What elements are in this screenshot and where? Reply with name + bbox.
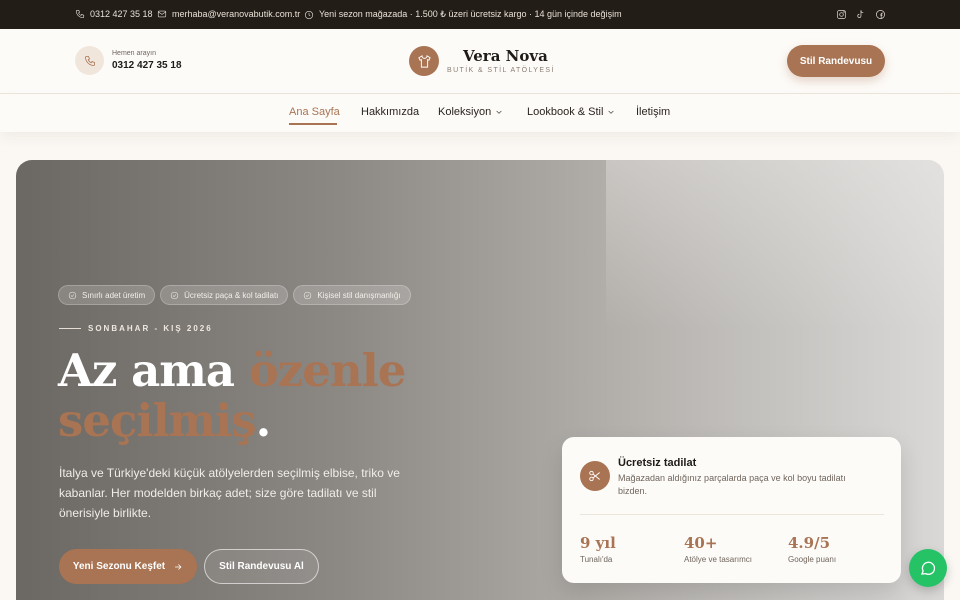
hero-chip-label: Ücretsiz paça & kol tadilatı [184, 290, 279, 300]
stat-label: Atölye ve tasarımcı [684, 555, 753, 564]
season-divider [59, 328, 81, 329]
style-appointment-button[interactable]: Stil Randevusu [787, 45, 885, 77]
scissors-icon [580, 461, 610, 491]
stat-value: 40+ [684, 534, 718, 552]
topbar-phone[interactable]: 0312 427 35 18 [75, 9, 153, 19]
topbar: 0312 427 35 18 merhaba@veranovabutik.com… [0, 0, 960, 29]
tiktok-icon[interactable] [854, 8, 866, 20]
active-underline [289, 123, 337, 125]
topbar-email-text: merhaba@veranovabutik.com.tr [172, 9, 301, 19]
whatsapp-chat-button[interactable] [909, 549, 947, 587]
hero-chip-label: Kişisel stil danışmanlığı [317, 290, 401, 300]
stat-designers: 40+ Atölye ve tasarımcı [684, 534, 752, 564]
phone-icon [75, 9, 85, 19]
explore-season-label: Yeni Sezonu Keşfet [72, 561, 166, 572]
nav-item-about[interactable]: Hakkımızda [361, 106, 419, 118]
stat-value: 9 yıl [580, 534, 616, 552]
topbar-phone-text: 0312 427 35 18 [90, 9, 153, 19]
chevron-down-icon [496, 110, 502, 114]
book-appointment-button[interactable]: Stil Randevusu Al [204, 549, 319, 584]
site-header: Hemen arayın 0312 427 35 18 Vera Nova BU… [0, 29, 960, 94]
nav-item-label: Ana Sayfa [289, 106, 340, 118]
nav-item-collection[interactable]: Koleksiyon [438, 106, 503, 118]
headline-plain: Az ama [58, 344, 249, 397]
headline-end: . [255, 394, 272, 447]
phone-badge-icon[interactable] [75, 46, 104, 75]
nav-item-contact[interactable]: İletişim [636, 106, 670, 118]
hero-description: İtalya ve Türkiye'deki küçük atölyelerde… [59, 466, 400, 520]
season-label: SONBAHAR - KIŞ 2026 [88, 324, 213, 333]
call-label: Hemen arayın [112, 50, 156, 57]
chevron-down-icon [608, 110, 614, 114]
card-divider [580, 514, 884, 515]
explore-season-button[interactable]: Yeni Sezonu Keşfet [59, 549, 197, 584]
stat-value: 4.9/5 [788, 534, 831, 552]
mail-icon [157, 10, 167, 18]
hero-chip: Sınırlı adet üretim [58, 285, 156, 305]
nav-item-lookbook[interactable]: Lookbook & Stil [527, 106, 615, 118]
check-circle-icon [170, 291, 179, 299]
hero-chip: Ücretsiz paça & kol tadilatı [160, 285, 289, 305]
nav-item-label: Hakkımızda [361, 106, 420, 118]
hero-chip: Kişisel stil danışmanlığı [293, 285, 411, 305]
nav-item-label: Lookbook & Stil [527, 106, 604, 118]
stat-years: 9 yıl Tunalı'da [580, 534, 616, 564]
call-number[interactable]: 0312 427 35 18 [112, 60, 182, 71]
clock-icon [304, 10, 314, 19]
card-text: Mağazadan aldığınız parçalarda paça ve k… [618, 473, 846, 496]
check-circle-icon [68, 291, 77, 299]
alteration-card: Ücretsiz tadilat Mağazadan aldığınız par… [562, 437, 901, 583]
nav-item-home[interactable]: Ana Sayfa [289, 106, 340, 118]
instagram-icon[interactable] [835, 8, 847, 20]
stat-label: Tunalı'da [580, 555, 613, 564]
check-circle-icon [304, 291, 312, 299]
hero-chip-label: Sınırlı adet üretim [82, 290, 146, 300]
hero-chips: Sınırlı adet üretim Ücretsiz paça & kol … [58, 285, 411, 305]
stat-label: Google puanı [788, 555, 837, 564]
hero-headline: Az ama özenle seçilmiş. [58, 344, 407, 447]
headline-accent: seçilmiş [58, 394, 257, 447]
topbar-email[interactable]: merhaba@veranovabutik.com.tr [157, 9, 300, 19]
stat-rating: 4.9/5 Google puanı [788, 534, 836, 564]
nav-item-label: Koleksiyon [438, 106, 492, 118]
facebook-icon[interactable] [874, 8, 886, 20]
chat-bubble-icon [921, 561, 936, 575]
main-nav: Ana Sayfa Hakkımızda Koleksiyon Lookbook… [0, 94, 960, 132]
nav-item-label: İletişim [636, 106, 671, 118]
brand-tagline: BUTİK & STİL ATÖLYESİ [447, 67, 555, 74]
brand-name[interactable]: Vera Nova [463, 47, 548, 65]
card-title: Ücretsiz tadilat [618, 457, 697, 469]
headline-accent: özenle [248, 344, 407, 397]
topbar-notice: Yeni sezon mağazada · 1.500 ₺ üzeri ücre… [304, 9, 622, 20]
arrow-right-icon [175, 563, 182, 570]
shirt-icon[interactable] [409, 46, 439, 76]
topbar-notice-text: Yeni sezon mağazada · 1.500 ₺ üzeri ücre… [319, 9, 622, 19]
